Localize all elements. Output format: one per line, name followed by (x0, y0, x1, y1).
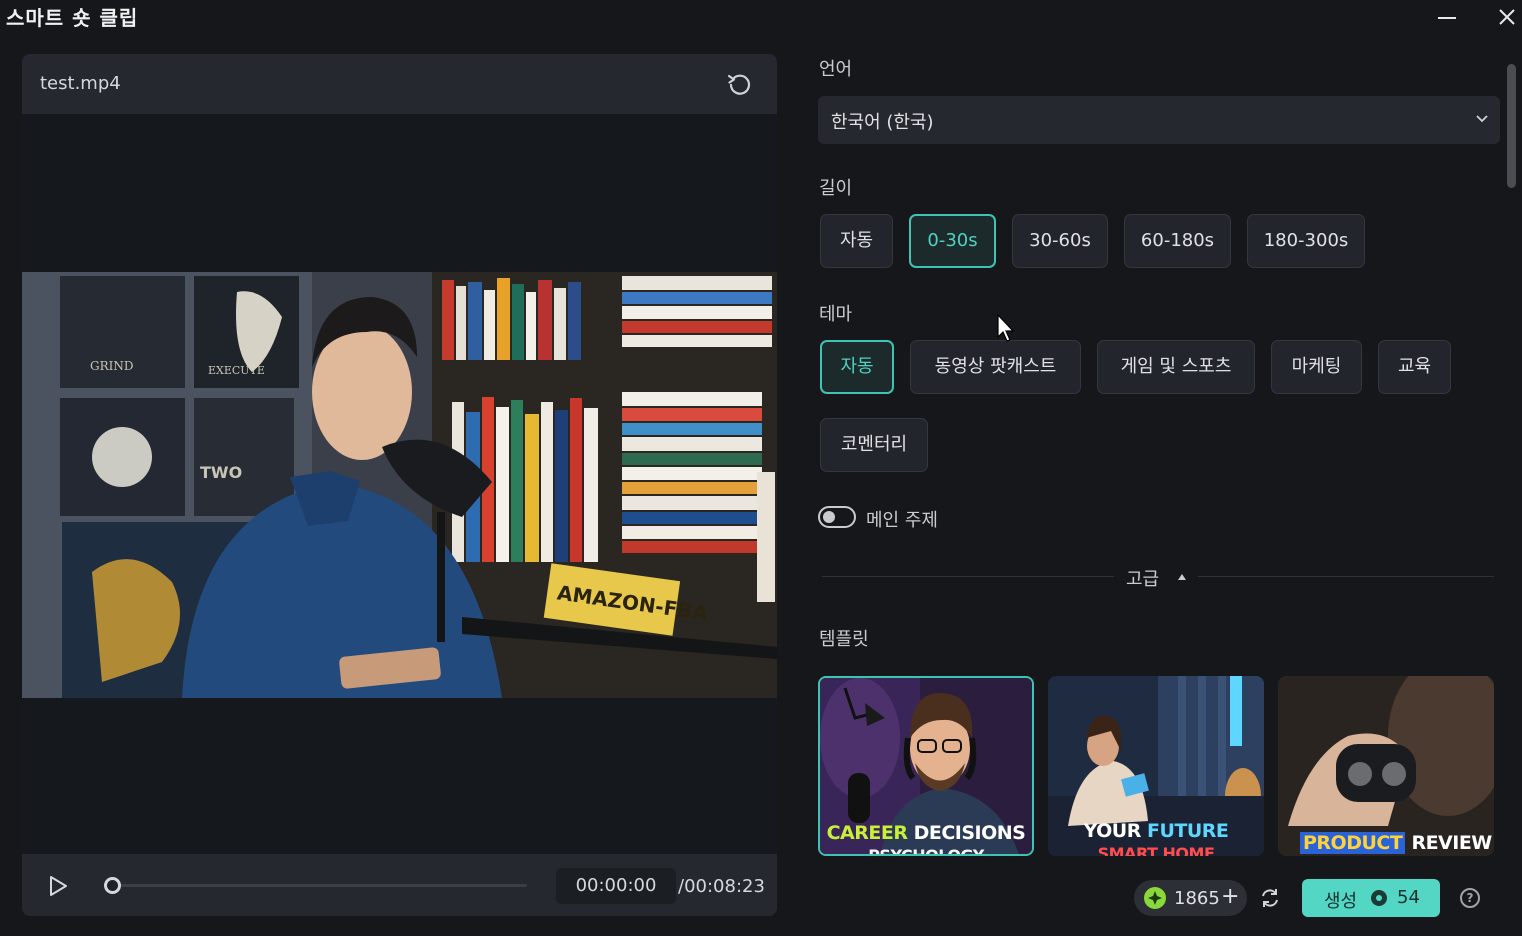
divider-left (822, 576, 1114, 577)
video-frame: GRIND EXECUTE TWO AMAZON-FBA (22, 272, 777, 698)
current-time: 00:00:00 (556, 868, 676, 904)
template-card-product[interactable]: PRODUCT REVIEW (1278, 676, 1494, 856)
length-label: 길이 (819, 178, 853, 199)
template-title-product: PRODUCT REVIEW (1300, 832, 1494, 854)
template-card-future[interactable]: YOUR FUTURE SMART HOME (1048, 676, 1264, 856)
credits-display[interactable]: 1865 + (1134, 880, 1247, 916)
caret-up-icon (1178, 574, 1186, 580)
close-button[interactable] (1492, 4, 1522, 30)
coin-icon (1371, 890, 1387, 906)
length-option-180-300s[interactable]: 180-300s (1247, 214, 1365, 268)
total-time: /00:08:23 (678, 876, 765, 897)
theme-option-commentary[interactable]: 코멘터리 (820, 418, 928, 472)
theme-option-marketing[interactable]: 마케팅 (1271, 340, 1362, 394)
main-topic-toggle[interactable] (818, 506, 856, 528)
language-label: 언어 (819, 59, 853, 80)
theme-option-gaming-sports[interactable]: 게임 및 스포츠 (1097, 340, 1255, 394)
file-name: test.mp4 (40, 73, 121, 94)
mouse-cursor-icon (997, 314, 1015, 342)
toggle-knob (823, 511, 835, 523)
player-header: test.mp4 (22, 54, 777, 114)
chevron-down-icon (1476, 115, 1488, 123)
settings-scrollbar[interactable] (1507, 64, 1516, 188)
refresh-icon[interactable] (726, 70, 754, 98)
generate-label: 생성 (1324, 891, 1358, 912)
svg-text:GRIND: GRIND (90, 359, 133, 373)
video-preview-area[interactable]: GRIND EXECUTE TWO AMAZON-FBA (22, 114, 777, 854)
window-title: 스마트 숏 클립 (6, 6, 139, 30)
minimize-button[interactable] (1432, 4, 1462, 30)
title-bar: 스마트 숏 클립 (0, 0, 1522, 40)
playback-controls: 00:00:00 /00:08:23 (22, 854, 777, 916)
template-subtitle-future: SMART HOME (1097, 844, 1215, 856)
language-value: 한국어 (한국) (831, 112, 934, 133)
generate-button[interactable]: 생성 54 (1302, 879, 1440, 917)
minimize-icon (1438, 17, 1456, 19)
credit-icon (1144, 887, 1166, 909)
svg-text:TWO: TWO (200, 463, 242, 482)
theme-option-auto[interactable]: 자동 (820, 340, 894, 394)
credit-count: 1865 (1174, 888, 1220, 909)
language-dropdown[interactable]: 한국어 (한국) (818, 96, 1500, 144)
divider-right (1198, 576, 1494, 577)
help-icon[interactable]: ? (1460, 888, 1480, 908)
sync-icon[interactable] (1258, 886, 1282, 910)
video-player-panel: test.mp4 GRIND EXECUTE TWO AMAZON-FBA 00… (22, 54, 777, 916)
template-label: 템플릿 (819, 629, 869, 650)
seek-bar[interactable] (112, 884, 527, 887)
seek-handle[interactable] (104, 877, 121, 894)
template-subtitle-career: PSYCHOLOGY (868, 846, 984, 856)
template-title-future: YOUR FUTURE (1083, 820, 1229, 842)
template-title-career: CAREER DECISIONS (826, 822, 1026, 844)
advanced-toggle[interactable]: 고급 (1126, 565, 1159, 591)
theme-option-education[interactable]: 교육 (1378, 340, 1451, 394)
close-icon (1499, 9, 1515, 25)
play-icon[interactable] (46, 874, 70, 898)
length-option-auto[interactable]: 자동 (820, 214, 893, 268)
theme-label: 테마 (819, 304, 853, 325)
length-option-0-30s[interactable]: 0-30s (909, 214, 996, 268)
plus-icon[interactable]: + (1221, 884, 1239, 909)
length-option-60-180s[interactable]: 60-180s (1124, 214, 1231, 268)
template-card-career[interactable]: CAREER DECISIONS PSYCHOLOGY (818, 676, 1034, 856)
theme-option-video-podcast[interactable]: 동영상 팟캐스트 (910, 340, 1081, 394)
template-thumbnail-product (1278, 676, 1494, 856)
length-option-30-60s[interactable]: 30-60s (1012, 214, 1108, 268)
generate-cost: 54 (1397, 887, 1420, 908)
main-topic-label: 메인 주제 (866, 510, 938, 531)
